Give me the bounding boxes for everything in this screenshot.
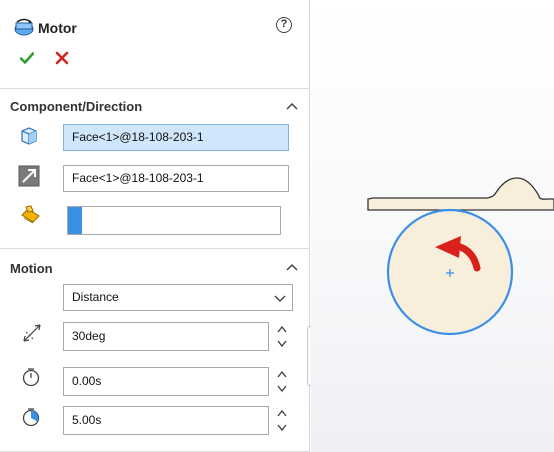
chevron-down-icon [274,295,286,302]
duration-input[interactable]: 5.00s [63,406,269,435]
start-time-input[interactable]: 0.00s [63,367,269,396]
divider [0,88,310,89]
motion-type-select[interactable]: Distance [63,284,293,311]
motor-icon [14,18,34,36]
chevron-up-icon[interactable] [286,263,298,271]
load-bearing-faces-field[interactable] [67,206,281,235]
selection-indicator [68,207,82,234]
component-face-field[interactable]: Face<1>@18-108-203-1 [63,124,289,151]
page-title: Motor [38,20,77,36]
start-time-spinner[interactable] [276,368,288,395]
chevron-up-icon[interactable] [286,102,298,110]
component-face-icon [21,127,37,145]
section-title-motion: Motion [10,261,53,276]
duration-icon [22,408,40,427]
divider [0,248,310,249]
distance-spinner[interactable] [276,323,288,350]
panel-header: Motor ? [0,0,310,40]
plate-part [367,177,554,211]
help-icon[interactable]: ? [276,17,292,33]
model-view [367,177,554,336]
start-time-icon [22,368,40,387]
section-title-component-direction: Component/Direction [10,99,143,114]
load-bearing-faces-icon [21,205,40,224]
checkmark-icon[interactable] [20,51,34,65]
graphics-viewport[interactable] [311,0,554,452]
distance-icon [23,324,41,342]
direction-face-field[interactable]: Face<1>@18-108-203-1 [63,165,289,192]
motion-type-value: Distance [72,290,119,304]
property-manager-panel: Motor ? Component/Direction Face<1>@18-1… [0,0,310,452]
close-icon[interactable] [55,51,69,65]
duration-spinner[interactable] [276,407,288,434]
distance-input[interactable]: 30deg [63,322,269,351]
direction-arrow-icon[interactable] [18,165,40,187]
